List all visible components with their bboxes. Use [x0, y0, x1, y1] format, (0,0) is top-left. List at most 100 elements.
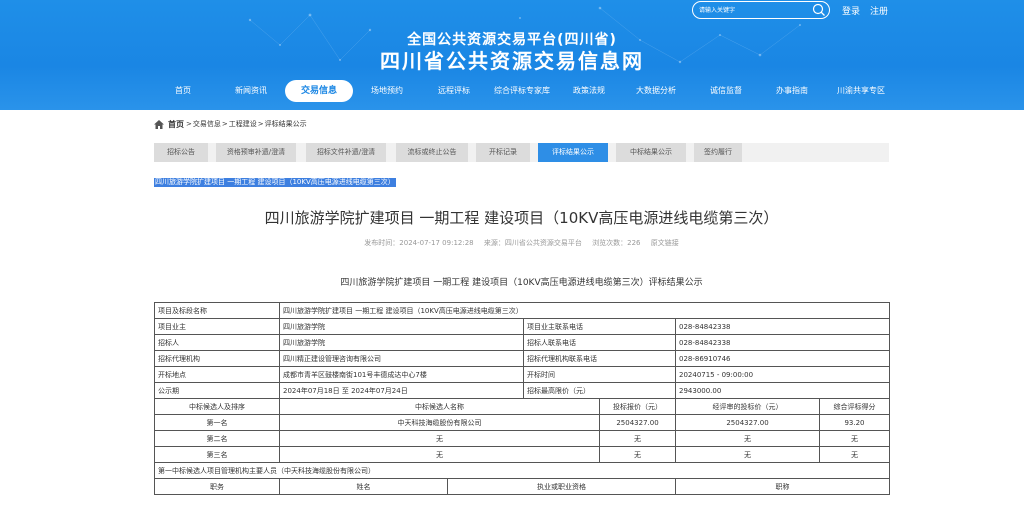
table-header-row: 职务 姓名 执业或职业资格 职称: [154, 478, 890, 495]
site-header: 登录 注册 全国公共资源交易平台(四川省) 四川省公共资源交易信息网 首页 新闻…: [0, 0, 1024, 110]
table-cell: 第三名: [154, 446, 280, 463]
table-cell: 无: [279, 430, 600, 447]
breadcrumb-home[interactable]: 首页: [168, 119, 184, 130]
notice-subtitle: 四川旅游学院扩建项目 一期工程 建设项目（10KV高压电源进线电缆第三次）评标结…: [340, 278, 703, 288]
table-section-label: 第一中标候选人项目管理机构主要人员（中天科技海缆股份有限公司）: [154, 462, 890, 479]
table-row: 招标人 四川旅游学院 招标人联系电话 028-84842338: [154, 334, 890, 351]
table-cell: 第一名: [154, 414, 280, 431]
table-cell: 93.20: [819, 414, 890, 431]
result-table: 项目及标段名称 四川旅游学院扩建项目 一期工程 建设项目（10KV高压电源进线电…: [154, 302, 890, 495]
nav-item-sichuan-chongqing[interactable]: 川渝共享专区: [829, 80, 893, 102]
column-header: 中标候选人名称: [279, 398, 600, 415]
table-value: 028-84842338: [675, 318, 890, 335]
main-nav: 首页 新闻资讯 交易信息 场地预约 远程评标 综合评标专家库 政策法规 大数据分…: [0, 79, 1024, 105]
table-cell: 2504327.00: [675, 414, 820, 431]
tab-tender-doc-addendum[interactable]: 招标文件补遗/澄清: [306, 143, 386, 162]
article-source: 来源：四川省公共资源交易平台: [483, 239, 582, 247]
breadcrumb-separator: >: [257, 120, 264, 128]
table-cell: 无: [599, 446, 676, 463]
category-tabs: 招标公告 资格预审补遗/澄清 招标文件补遗/澄清 流标或终止公告 开标记录 评标…: [154, 143, 889, 162]
nav-item-remote-bidding[interactable]: 远程评标: [428, 80, 480, 102]
table-value: 四川旅游学院: [279, 318, 524, 335]
table-row: 第一中标候选人项目管理机构主要人员（中天科技海缆股份有限公司）: [154, 462, 890, 479]
table-cell: 无: [819, 430, 890, 447]
table-value: 成都市青羊区鼓楼南街101号丰德成达中心7楼: [279, 366, 524, 383]
tab-tender-notice[interactable]: 招标公告: [154, 143, 208, 162]
column-header: 经评审的投标价（元）: [675, 398, 820, 415]
column-header: 职务: [154, 478, 280, 495]
nav-item-venue-booking[interactable]: 场地预约: [361, 80, 413, 102]
table-label: 公示期: [154, 382, 280, 399]
nav-item-guide[interactable]: 办事指南: [766, 80, 818, 102]
table-cell: 2504327.00: [599, 414, 676, 431]
table-header-row: 中标候选人及排序 中标候选人名称 投标报价（元） 经评审的投标价（元） 综合评标…: [154, 398, 890, 415]
table-cell: 中天科技海缆股份有限公司: [279, 414, 600, 431]
table-row: 公示期 2024年07月18日 至 2024年07月24日 招标最高限价（元） …: [154, 382, 890, 399]
table-row: 第三名 无 无 无 无: [154, 446, 890, 463]
tab-evaluation-result[interactable]: 评标结果公示: [538, 143, 608, 162]
column-header: 执业或职业资格: [447, 478, 676, 495]
search-icon[interactable]: [812, 3, 826, 17]
table-row: 项目及标段名称 四川旅游学院扩建项目 一期工程 建设项目（10KV高压电源进线电…: [154, 302, 890, 319]
table-value: 四川旅游学院: [279, 334, 524, 351]
table-label: 招标人联系电话: [523, 334, 676, 351]
login-link[interactable]: 登录: [842, 4, 860, 17]
table-value: 四川旅游学院扩建项目 一期工程 建设项目（10KV高压电源进线电缆第三次）: [279, 302, 890, 319]
nav-item-home[interactable]: 首页: [163, 80, 203, 102]
column-header: 姓名: [279, 478, 448, 495]
tab-prequal-addendum[interactable]: 资格预审补遗/澄清: [216, 143, 296, 162]
column-header: 投标报价（元）: [599, 398, 676, 415]
table-row: 第一名 中天科技海缆股份有限公司 2504327.00 2504327.00 9…: [154, 414, 890, 431]
breadcrumb: 首页 > 交易信息 > 工程建设 > 评标结果公示: [154, 118, 307, 130]
breadcrumb-item-engineering[interactable]: 工程建设: [229, 119, 257, 129]
nav-item-policy[interactable]: 政策法规: [563, 80, 615, 102]
table-label: 招标最高限价（元）: [523, 382, 676, 399]
table-label: 项目业主: [154, 318, 280, 335]
origin-link[interactable]: 原文链接: [651, 239, 679, 247]
nav-item-big-data[interactable]: 大数据分析: [624, 80, 688, 102]
table-row: 第二名 无 无 无 无: [154, 430, 890, 447]
table-value: 028-84842338: [675, 334, 890, 351]
site-title: 四川省公共资源交易信息网: [380, 49, 644, 73]
table-label: 项目及标段名称: [154, 302, 280, 319]
column-header: 中标候选人及排序: [154, 398, 280, 415]
table-cell: 无: [675, 430, 820, 447]
nav-item-credit[interactable]: 诚信监督: [700, 80, 752, 102]
table-cell: 无: [279, 446, 600, 463]
tab-failed-bid-notice[interactable]: 流标或终止公告: [396, 143, 468, 162]
column-header: 职称: [675, 478, 890, 495]
table-value: 2943000.00: [675, 382, 890, 399]
tab-bid-opening-record[interactable]: 开标记录: [476, 143, 530, 162]
nav-item-expert-pool[interactable]: 综合评标专家库: [486, 80, 558, 102]
nav-item-trade-info[interactable]: 交易信息: [285, 80, 353, 102]
view-count: 浏览次数：226: [592, 239, 641, 247]
table-value: 20240715 - 09:00:00: [675, 366, 890, 383]
table-label: 开标地点: [154, 366, 280, 383]
register-link[interactable]: 注册: [870, 4, 888, 17]
table-row: 项目业主 四川旅游学院 项目业主联系电话 028-84842338: [154, 318, 890, 335]
table-label: 招标代理机构: [154, 350, 280, 367]
nav-item-news[interactable]: 新闻资讯: [225, 80, 277, 102]
article-meta: 发布时间：2024-07-17 09:12:28 来源：四川省公共资源交易平台 …: [154, 238, 889, 248]
publish-time: 发布时间：2024-07-17 09:12:28: [364, 239, 474, 247]
table-label: 招标人: [154, 334, 280, 351]
tab-contract[interactable]: 签约履行: [694, 143, 742, 162]
table-value: 028-86910746: [675, 350, 890, 367]
table-row: 招标代理机构 四川精正建设管理咨询有限公司 招标代理机构联系电话 028-869…: [154, 350, 890, 367]
table-label: 开标时间: [523, 366, 676, 383]
article-title: 四川旅游学院扩建项目 一期工程 建设项目（10KV高压电源进线电缆第三次）: [264, 209, 779, 227]
selected-title-text[interactable]: 四川旅游学院扩建项目 一期工程 建设项目（10KV高压电源进线电缆第三次）: [154, 178, 396, 187]
tab-award-result[interactable]: 中标结果公示: [616, 143, 686, 162]
table-label: 项目业主联系电话: [523, 318, 676, 335]
breadcrumb-separator: >: [186, 120, 192, 128]
search-input[interactable]: [699, 4, 805, 17]
table-cell: 第二名: [154, 430, 280, 447]
breadcrumb-item-trade-info[interactable]: 交易信息: [193, 119, 221, 129]
column-header: 综合评标得分: [819, 398, 890, 415]
table-value: 四川精正建设管理咨询有限公司: [279, 350, 524, 367]
table-value: 2024年07月18日 至 2024年07月24日: [279, 382, 524, 399]
table-cell: 无: [819, 446, 890, 463]
table-cell: 无: [599, 430, 676, 447]
table-row: 开标地点 成都市青羊区鼓楼南街101号丰德成达中心7楼 开标时间 2024071…: [154, 366, 890, 383]
breadcrumb-item-current[interactable]: 评标结果公示: [265, 119, 307, 129]
